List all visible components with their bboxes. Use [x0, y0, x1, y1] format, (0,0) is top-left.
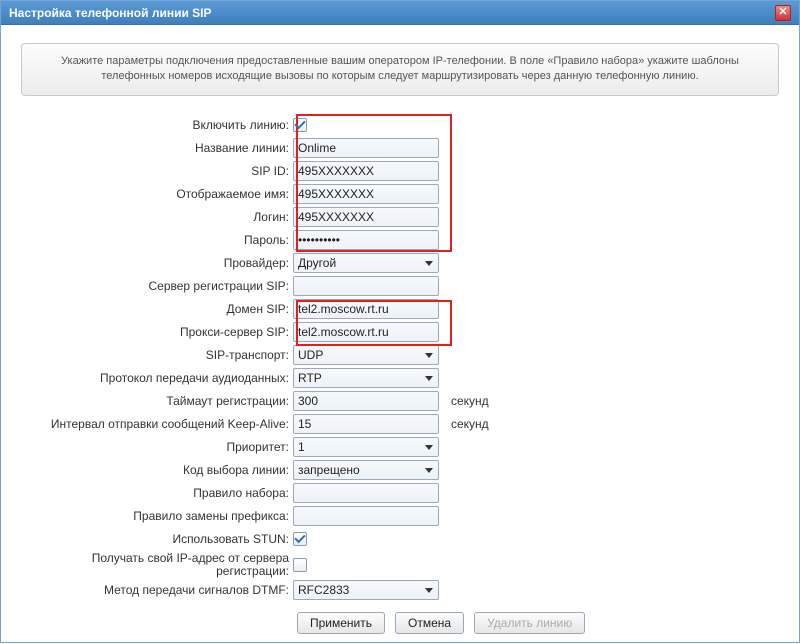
label-domain: Домен SIP: [21, 303, 293, 316]
input-proxy[interactable] [293, 322, 439, 342]
input-line-name[interactable] [293, 138, 439, 158]
chevron-down-icon [422, 582, 436, 598]
close-icon[interactable]: ✕ [775, 5, 791, 21]
label-getip: Получать свой IP-адрес от сервера регист… [21, 552, 293, 578]
label-regserver: Сервер регистрации SIP: [21, 280, 293, 293]
suffix-seconds-2: секунд [451, 417, 489, 431]
label-provider: Провайдер: [21, 257, 293, 270]
label-password: Пароль: [21, 234, 293, 247]
label-linecode: Код выбора линии: [21, 464, 293, 477]
label-enable: Включить линию: [21, 119, 293, 132]
select-line-code[interactable]: запрещено [293, 460, 439, 480]
select-dtmf[interactable]: RFC2833 [293, 580, 439, 600]
content-area: Укажите параметры подключения предоставл… [1, 25, 799, 644]
select-audio-protocol[interactable]: RTP [293, 368, 439, 388]
input-keepalive[interactable] [293, 414, 439, 434]
select-priority-value: 1 [298, 440, 305, 454]
input-reg-server[interactable] [293, 276, 439, 296]
chevron-down-icon [422, 347, 436, 363]
label-transport: SIP-транспорт: [21, 349, 293, 362]
window-title: Настройка телефонной линии SIP [9, 6, 212, 20]
input-reg-timeout[interactable] [293, 391, 439, 411]
select-transport-value: UDP [298, 348, 323, 362]
label-audioproto: Протокол передачи аудиоданных: [21, 372, 293, 385]
select-transport[interactable]: UDP [293, 345, 439, 365]
titlebar: Настройка телефонной линии SIP ✕ [1, 1, 799, 25]
select-provider-value: Другой [298, 256, 336, 270]
input-dial-rule[interactable] [293, 483, 439, 503]
select-provider[interactable]: Другой [293, 253, 439, 273]
dialog-sip-line-settings: Настройка телефонной линии SIP ✕ Укажите… [0, 0, 800, 643]
suffix-seconds: секунд [451, 394, 489, 408]
chevron-down-icon [422, 255, 436, 271]
label-display: Отображаемое имя: [21, 188, 293, 201]
input-domain[interactable] [293, 299, 439, 319]
label-keepalive: Интервал отправки сообщений Keep-Alive: [21, 418, 293, 431]
info-text: Укажите параметры подключения предоставл… [21, 43, 779, 96]
label-regtimeout: Таймаут регистрации: [21, 395, 293, 408]
select-linecode-value: запрещено [298, 463, 360, 477]
label-proxy: Прокси-сервер SIP: [21, 326, 293, 339]
label-dtmf: Метод передачи сигналов DTMF: [21, 584, 293, 597]
checkbox-enable[interactable] [293, 118, 307, 132]
apply-button[interactable]: Применить [297, 612, 385, 634]
input-prefix-rule[interactable] [293, 506, 439, 526]
cancel-button[interactable]: Отмена [395, 612, 464, 634]
input-sip-id[interactable] [293, 161, 439, 181]
chevron-down-icon [422, 439, 436, 455]
checkbox-get-ip[interactable] [293, 558, 307, 572]
input-password[interactable] [293, 230, 439, 250]
button-row: Применить Отмена Удалить линию [21, 612, 779, 634]
label-dialrule: Правило набора: [21, 487, 293, 500]
input-login[interactable] [293, 207, 439, 227]
label-name: Название линии: [21, 142, 293, 155]
delete-line-button[interactable]: Удалить линию [474, 612, 585, 634]
input-display-name[interactable] [293, 184, 439, 204]
chevron-down-icon [422, 370, 436, 386]
label-priority: Приоритет: [21, 441, 293, 454]
label-prefixrule: Правило замены префикса: [21, 510, 293, 523]
label-sipid: SIP ID: [21, 165, 293, 178]
form: Включить линию: Название линии: SIP ID: … [21, 114, 779, 634]
label-login: Логин: [21, 211, 293, 224]
select-priority[interactable]: 1 [293, 437, 439, 457]
select-audio-value: RTP [298, 371, 322, 385]
checkbox-use-stun[interactable] [293, 532, 307, 546]
select-dtmf-value: RFC2833 [298, 583, 349, 597]
chevron-down-icon [422, 462, 436, 478]
label-usestun: Использовать STUN: [21, 533, 293, 546]
